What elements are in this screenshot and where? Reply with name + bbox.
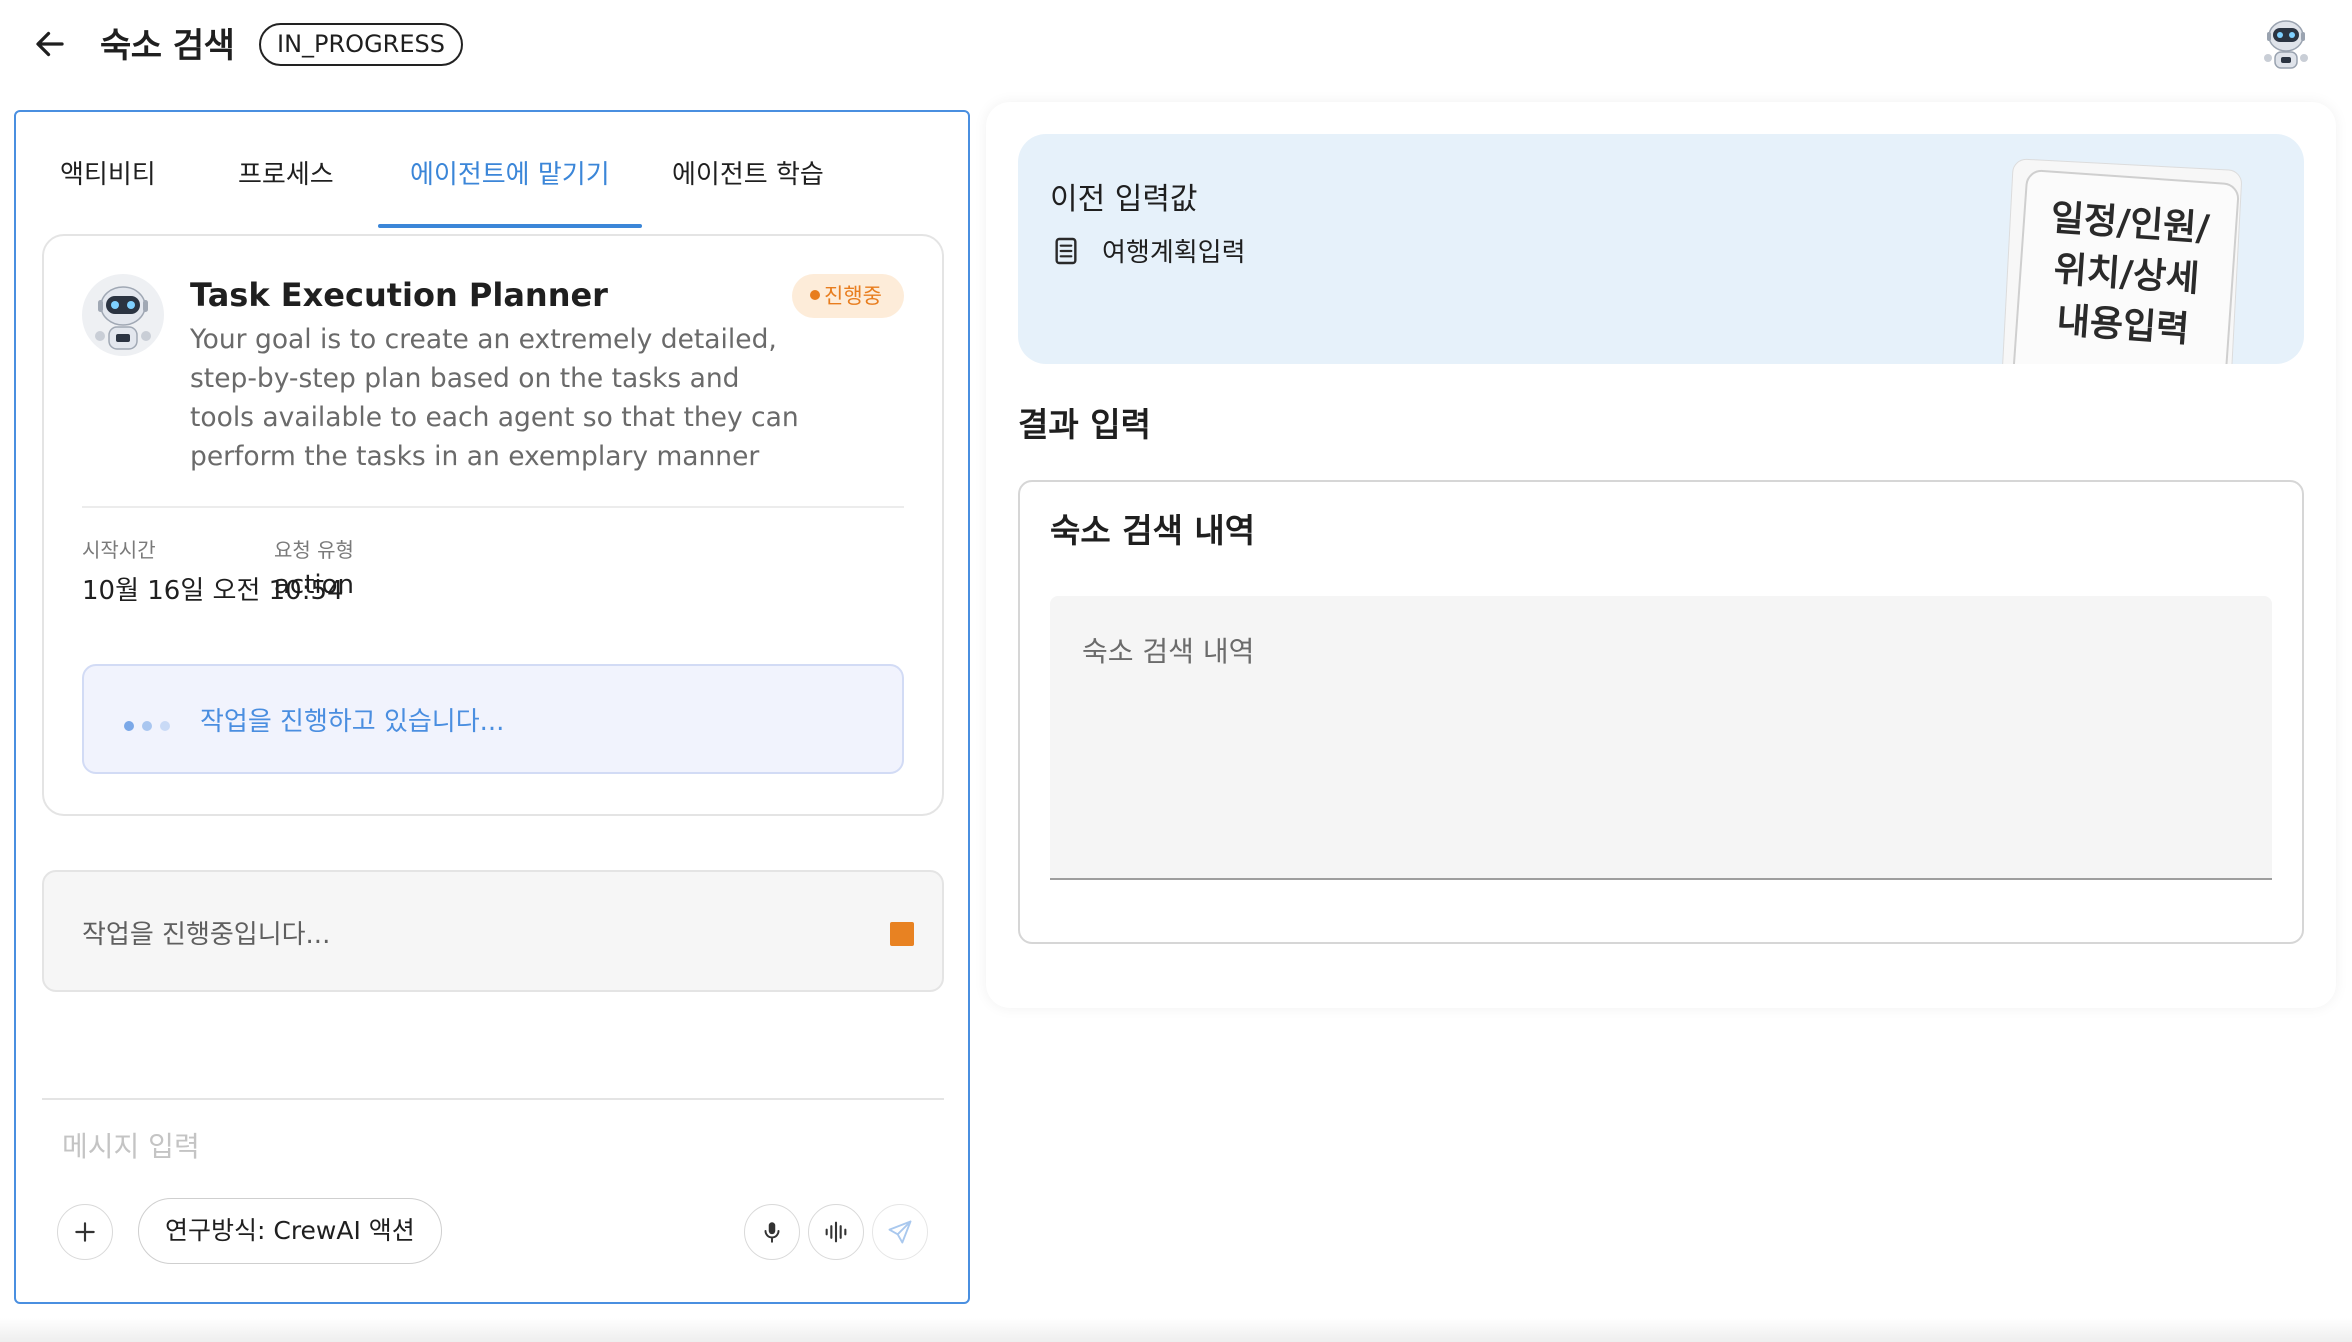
tab-process[interactable]: 프로세스: [238, 154, 334, 191]
result-card: 숙소 검색 내역: [1018, 480, 2304, 944]
start-time-label: 시작시간: [82, 538, 156, 562]
request-type-value: action: [274, 570, 355, 600]
robot-avatar-icon[interactable]: [2258, 14, 2314, 74]
result-heading: 결과 입력: [1018, 405, 1151, 444]
result-panel: 이전 입력값 여행계획입력 일정/인원/위치/상세내용입력 결과 입력 숙소 검…: [986, 102, 2336, 1008]
previous-input-item-label: 여행계획입력: [1102, 238, 1246, 268]
back-button[interactable]: [28, 22, 72, 66]
arrow-left-icon: [36, 31, 64, 57]
bottom-edge: [0, 1318, 2352, 1342]
previous-input-card: 이전 입력값 여행계획입력 일정/인원/위치/상세내용입력: [1018, 134, 2304, 364]
microphone-icon: [764, 1222, 780, 1243]
paper-plane-icon: [888, 1220, 912, 1244]
sticky-note: 일정/인원/위치/상세내용입력: [2009, 168, 2241, 364]
voice-mode-button[interactable]: [808, 1204, 864, 1260]
status-dot-icon: [810, 290, 820, 300]
waveform-icon: [825, 1221, 847, 1243]
result-card-title: 숙소 검색 내역: [1050, 511, 1256, 550]
result-textarea[interactable]: [1050, 596, 2272, 880]
mic-button[interactable]: [744, 1204, 800, 1260]
page-title: 숙소 검색: [100, 26, 235, 66]
running-status-text: 작업을 진행중입니다...: [82, 920, 331, 950]
robot-avatar-icon: [82, 274, 164, 356]
research-mode-chip[interactable]: 연구방식: CrewAI 액션: [138, 1198, 442, 1264]
task-card: Task Execution Planner 진행중 Your goal is …: [42, 234, 944, 816]
message-input[interactable]: [62, 1116, 922, 1176]
add-button[interactable]: [57, 1204, 113, 1260]
status-badge: IN_PROGRESS: [259, 23, 463, 66]
tab-activity[interactable]: 액티비티: [60, 154, 156, 191]
request-type-label: 요청 유형: [274, 538, 354, 562]
tab-bar: 액티비티 프로세스 에이전트에 맡기기 에이전트 학습: [16, 132, 968, 228]
top-bar: 숙소 검색 IN_PROGRESS: [0, 0, 2352, 100]
progress-badge-label: 진행중: [824, 284, 882, 308]
divider: [82, 506, 904, 508]
tab-delegate-to-agent[interactable]: 에이전트에 맡기기: [410, 154, 610, 191]
progress-badge: 진행중: [792, 274, 904, 318]
tab-agent-learning[interactable]: 에이전트 학습: [672, 154, 824, 191]
document-list-icon: [1055, 237, 1077, 264]
previous-input-item[interactable]: 여행계획입력: [1050, 232, 1246, 269]
stop-button[interactable]: [890, 922, 914, 946]
divider: [42, 1098, 944, 1100]
previous-input-title: 이전 입력값: [1050, 182, 1198, 217]
agent-panel: 액티비티 프로세스 에이전트에 맡기기 에이전트 학습 Task Executi…: [14, 110, 970, 1304]
loading-dots-icon: [124, 716, 178, 735]
running-status-bar: 작업을 진행중입니다...: [42, 870, 944, 992]
task-description: Your goal is to create an extremely deta…: [190, 324, 799, 472]
working-status-box: 작업을 진행하고 있습니다...: [82, 664, 904, 774]
send-button[interactable]: [872, 1204, 928, 1260]
task-title: Task Execution Planner: [190, 276, 608, 314]
working-status-text: 작업을 진행하고 있습니다...: [200, 707, 505, 737]
plus-icon: [75, 1222, 95, 1242]
active-tab-indicator: [378, 224, 642, 228]
